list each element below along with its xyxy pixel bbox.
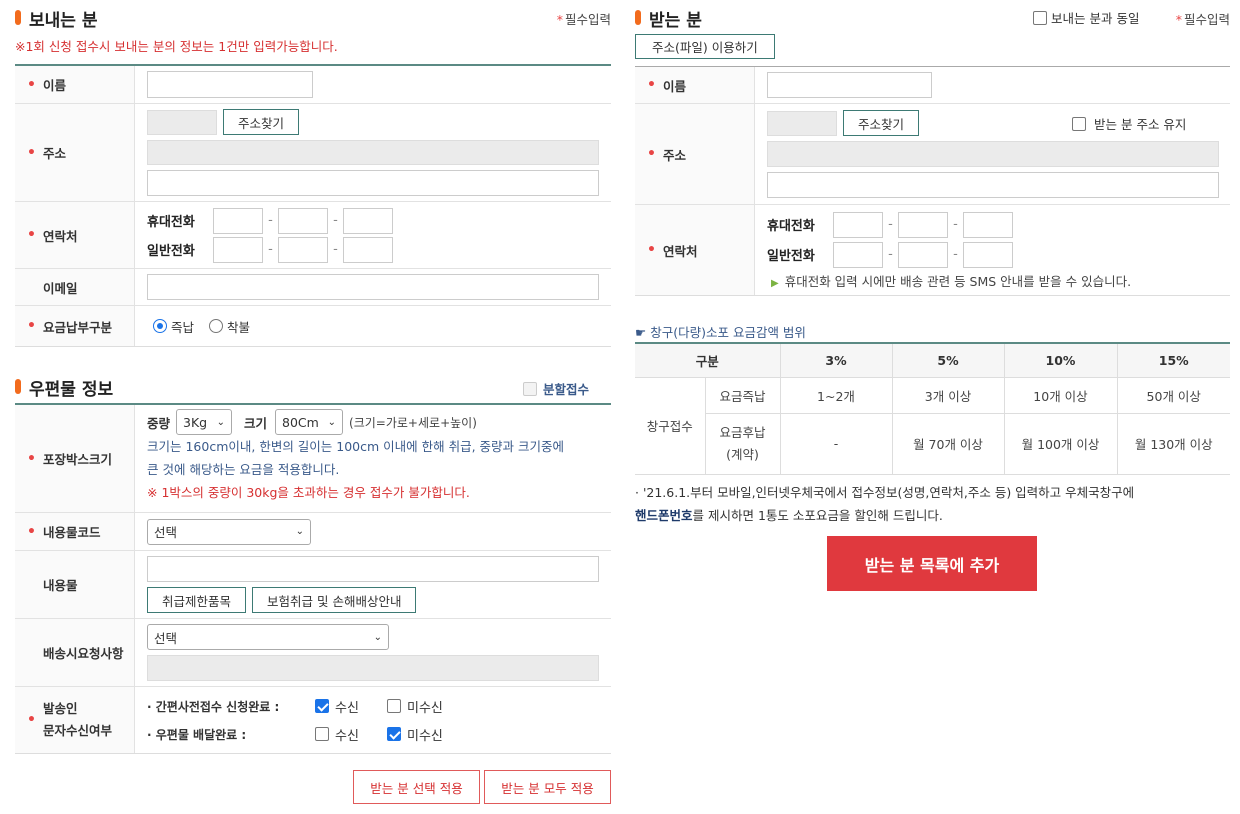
payment-prepaid-radio[interactable]: 즉납: [153, 317, 194, 336]
content-code-select[interactable]: 선택 ⌄: [147, 518, 311, 545]
sender-panel: 보내는 분 * 필수입력 ※1회 신청 접수시 보내는 분의 정보는 1건만 입력…: [15, 0, 611, 804]
receiver-phone-label: 일반전화: [767, 249, 815, 264]
parcel-form: 포장박스크기 중량 3Kg⌄ 크기 80Cm⌄ (크기=가로+세로+높이) 크기…: [15, 403, 611, 754]
payment-cod-radio[interactable]: 착불: [209, 317, 250, 336]
same-as-sender-checkbox[interactable]: 보내는 분과 동일: [1033, 8, 1139, 27]
sms-delivered-noreceive[interactable]: 미수신: [387, 725, 443, 744]
size-select[interactable]: 80Cm ⌄: [275, 409, 344, 435]
receiver-mobile-1[interactable]: [833, 211, 883, 238]
sender-zipcode-field: [147, 109, 217, 135]
discount-table: 구분 3% 5% 10% 15% 창구접수 요금즉납 1~2개 3개 이상 10…: [635, 342, 1230, 475]
receiver-mobile-label: 휴대전화: [767, 219, 815, 234]
apply-selected-button[interactable]: 받는 분 선택 적용: [353, 770, 480, 804]
table-header: 5%: [891, 343, 1005, 378]
receiver-mobile-3[interactable]: [963, 211, 1013, 238]
sender-phone-2[interactable]: [278, 236, 328, 263]
table-header: 구분: [635, 343, 781, 378]
sender-form: 이름 주소 주소찾기 연락처 휴대전화 - -: [15, 64, 611, 347]
apply-all-button[interactable]: 받는 분 모두 적용: [484, 770, 611, 804]
content-input[interactable]: [147, 556, 599, 582]
sender-mobile-2[interactable]: [278, 207, 328, 234]
receiver-phone-1[interactable]: [833, 241, 883, 268]
sender-phone-1[interactable]: [213, 236, 263, 263]
address-label: 주소: [15, 104, 135, 201]
sms-label: 발송인문자수신여부: [15, 687, 135, 753]
add-to-receiver-list-button[interactable]: 받는 분 목록에 추가: [827, 536, 1037, 591]
weight-select[interactable]: 3Kg ⌄: [176, 409, 233, 435]
address-file-button[interactable]: 주소(파일) 이용하기: [635, 34, 775, 59]
sms-precheck-noreceive[interactable]: 미수신: [387, 697, 443, 716]
table-cell: 3개 이상: [891, 376, 1005, 414]
box-size-label: 포장박스크기: [15, 405, 135, 512]
email-label: 이메일: [15, 269, 135, 305]
sender-mobile-1[interactable]: [213, 207, 263, 234]
receiver-address-detail-input[interactable]: [767, 172, 1219, 198]
receiver-form: 이름 주소 주소찾기 받는 분 주소 유지 연락처 휴대전화: [635, 66, 1230, 296]
payment-label: 요금납부구분: [15, 306, 135, 346]
receiver-title: 받는 분: [635, 6, 702, 31]
table-cell: 요금후납 (계약): [705, 412, 781, 475]
keep-address-checkbox[interactable]: 받는 분 주소 유지: [1072, 114, 1186, 133]
table-cell: 월 100개 이상: [1003, 412, 1118, 475]
receiver-panel: 받는 분 보내는 분과 동일 *필수입력 주소(파일) 이용하기 이름 주소 주…: [635, 0, 1230, 591]
contact-label: 연락처: [15, 202, 135, 268]
sender-warning: ※1회 신청 접수시 보내는 분의 정보는 1건만 입력가능합니다.: [15, 39, 338, 54]
table-group-cell: 창구접수: [635, 376, 706, 475]
required-note: * 필수입력: [556, 12, 611, 27]
discount-note: · '21.6.1.부터 모바일,인터넷우체국에서 접수정보(성명,연락처,주소…: [635, 484, 1135, 523]
parcel-title: 우편물 정보: [15, 375, 113, 400]
sender-mobile-3[interactable]: [343, 207, 393, 234]
sender-phone-3[interactable]: [343, 236, 393, 263]
receiver-name-label: 이름: [635, 67, 755, 103]
table-cell: 50개 이상: [1116, 376, 1230, 414]
phone-label: 일반전화: [147, 244, 195, 259]
receiver-zipcode-field: [767, 110, 837, 136]
receiver-contact-label: 연락처: [635, 205, 755, 295]
table-cell: 요금즉납: [704, 376, 781, 414]
mobile-label: 휴대전화: [147, 215, 195, 230]
sender-name-input[interactable]: [147, 71, 313, 98]
sender-address-detail-input[interactable]: [147, 170, 599, 196]
sender-address-field: [147, 140, 599, 166]
restricted-items-button[interactable]: 취급제한품목: [147, 587, 247, 613]
table-cell: 10개 이상: [1003, 376, 1118, 414]
table-header: 10%: [1003, 343, 1118, 378]
sender-address-search-button[interactable]: 주소찾기: [223, 109, 300, 135]
hand-pointer-icon: ☛: [635, 325, 647, 340]
receiver-address-field: [767, 141, 1219, 167]
receiver-address-search-button[interactable]: 주소찾기: [843, 110, 920, 136]
table-header: 15%: [1116, 343, 1230, 378]
sender-email-input[interactable]: [147, 274, 599, 300]
delivery-request-label: 배송시요청사항: [15, 619, 135, 686]
split-receipt-checkbox[interactable]: 분할접수: [522, 379, 589, 398]
delivery-request-field: [147, 655, 599, 681]
sms-note: ▶ 휴대전화 입력 시에만 배송 관련 등 SMS 안내를 받을 수 있습니다.: [771, 273, 1132, 289]
receiver-mobile-2[interactable]: [898, 211, 948, 238]
receiver-address-label: 주소: [635, 104, 755, 204]
receiver-name-input[interactable]: [767, 72, 932, 98]
name-label: 이름: [15, 66, 135, 103]
sms-precheck-receive[interactable]: 수신: [315, 697, 381, 716]
table-cell: 월 70개 이상: [891, 412, 1005, 475]
discount-title: ☛ 창구(다량)소포 요금감액 범위: [635, 325, 806, 340]
receiver-phone-2[interactable]: [898, 241, 948, 268]
receiver-phone-3[interactable]: [963, 241, 1013, 268]
table-cell: 월 130개 이상: [1116, 412, 1230, 475]
table-header: 3%: [779, 343, 893, 378]
sms-delivered-receive[interactable]: 수신: [315, 725, 381, 744]
delivery-request-select[interactable]: 선택 ⌄: [147, 624, 389, 650]
table-cell: -: [779, 412, 893, 475]
receiver-required-note: * 필수입력: [1175, 12, 1230, 27]
table-cell: 1~2개: [779, 376, 893, 414]
content-code-label: 내용물코드: [15, 513, 135, 550]
insurance-guide-button[interactable]: 보험취급 및 손해배상안내: [252, 587, 417, 613]
sender-title: 보내는 분: [15, 6, 97, 31]
content-label: 내용물: [15, 551, 135, 618]
